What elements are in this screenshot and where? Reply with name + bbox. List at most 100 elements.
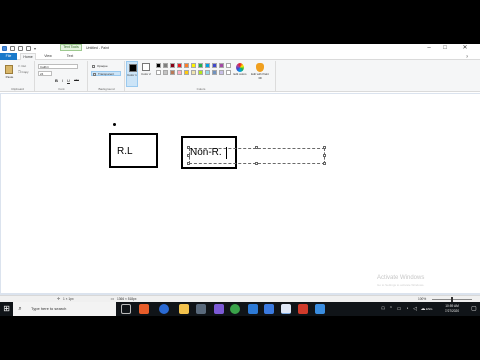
paste-button[interactable]: Paste [3,63,16,87]
help-icon[interactable]: ? [462,53,472,60]
tab-text[interactable]: Text [61,53,79,60]
clipboard-group: Paste ✂ Cut ❐ Copy Clipboard [1,61,35,91]
redo-icon[interactable] [26,46,31,51]
resize-handle-tr[interactable] [323,146,326,149]
window-title: Untitled - Paint [86,46,109,50]
opaque-option[interactable]: Opaque [91,64,121,69]
palette-swatch[interactable] [191,70,196,75]
edit-colors-button[interactable]: Edit colors [232,61,248,87]
close-button[interactable]: ✕ [458,44,472,53]
title-bar: ▾ Text Tools Untitled - Paint – □ ✕ [0,44,480,53]
paint-taskbar-icon[interactable] [281,304,291,314]
zoom-slider[interactable] [432,297,472,302]
resize-handle-br[interactable] [323,162,326,165]
resize-handle-bl[interactable] [187,162,190,165]
palette-swatch[interactable] [219,70,224,75]
paint3d-label: Edit with Paint 3D [251,72,269,80]
zoom-app-icon[interactable] [315,304,325,314]
transparent-label: Transparent [98,72,115,76]
palette-swatch[interactable] [170,63,175,68]
resize-handle-bm[interactable] [255,162,258,165]
palette-swatch[interactable] [177,63,182,68]
volume-icon[interactable]: ◁ [412,305,418,313]
clipboard-group-label: Clipboard [11,87,24,91]
search-icon: ⌕ [18,306,22,312]
drawing-canvas[interactable]: R.L Non-R. Activate Windows Go to Settin… [1,94,480,293]
font-group: Calibri 24 B I U abc Font [36,61,88,91]
input-language[interactable]: ENG [426,302,433,316]
battery-icon[interactable]: ▭ [396,305,402,313]
transparent-option[interactable]: Transparent [91,71,121,76]
palette-swatch[interactable] [219,63,224,68]
undo-icon[interactable] [18,46,23,51]
office-icon[interactable] [139,304,149,314]
paint-app-icon [2,46,7,51]
save-icon[interactable] [10,46,15,51]
text-caret [226,147,227,159]
edge-icon[interactable] [159,304,169,314]
minimize-button[interactable]: – [422,44,436,53]
people-icon[interactable]: ⚇ [380,305,386,313]
activate-windows-watermark: Activate Windows [377,275,425,281]
tab-home[interactable]: Home [20,53,36,60]
color1-button[interactable]: Color 1 [126,61,138,87]
box2-text[interactable]: Non-R. [190,147,222,159]
palette-swatch[interactable] [205,63,210,68]
palette-swatch[interactable] [156,70,161,75]
task-view-icon[interactable] [121,304,131,314]
resize-handle-tl[interactable] [187,146,190,149]
color2-swatch [142,63,150,71]
store-icon[interactable] [196,304,206,314]
network-icon[interactable]: ◔ [404,305,410,313]
palette-swatch[interactable] [184,63,189,68]
photos-icon[interactable] [264,304,274,314]
font-group-label: Font [58,87,65,91]
palette-swatch[interactable] [191,63,196,68]
underline-button[interactable]: U [66,78,71,83]
cut-label: Cut [21,64,27,68]
bold-button[interactable]: B [54,78,59,83]
italic-button[interactable]: I [60,78,65,83]
copy-button[interactable]: ❐ Copy [18,70,29,74]
resize-handle-ml[interactable] [187,154,190,157]
text-tools-context-tab: Text Tools [60,44,82,51]
palette-swatch[interactable] [177,70,182,75]
show-hidden-icons-icon[interactable]: ⌃ [388,305,394,313]
palette-swatch[interactable] [163,63,168,68]
acrobat-icon[interactable] [298,304,308,314]
resize-handle-tm[interactable] [255,146,258,149]
palette-swatch[interactable] [163,70,168,75]
customize-toolbar-icon[interactable]: ▾ [34,46,39,51]
tab-view[interactable]: View [40,53,56,60]
cut-button[interactable]: ✂ Cut [18,64,26,68]
strikethrough-button[interactable]: abc [72,78,81,83]
palette-swatch[interactable] [170,70,175,75]
opaque-checkbox [92,65,95,68]
palette-swatch-empty[interactable] [226,70,231,75]
onenote-icon[interactable] [214,304,224,314]
font-family-value: Calibri [40,65,49,69]
palette-swatch[interactable] [198,70,203,75]
tab-file[interactable]: File [0,53,17,60]
font-size-select[interactable]: 24 [38,71,52,76]
paint3d-button[interactable]: Edit with Paint 3D [250,61,270,87]
maximize-button[interactable]: □ [438,44,452,53]
color2-button[interactable]: Color 2 [140,61,152,87]
palette-swatch[interactable] [198,63,203,68]
start-button[interactable]: ⊞ [0,302,13,316]
font-size-value: 24 [40,72,44,76]
clock[interactable]: 10:59 AM 7/27/2020 [437,304,467,314]
font-family-select[interactable]: Calibri [38,64,78,69]
palette-swatch[interactable] [156,63,161,68]
word-icon[interactable] [248,304,258,314]
palette-swatch[interactable] [212,63,217,68]
palette-swatch-empty[interactable] [226,63,231,68]
palette-swatch[interactable] [184,70,189,75]
notifications-icon[interactable]: ▢ [470,305,478,313]
taskbar-search[interactable]: ⌕ Type here to search [13,302,116,316]
palette-swatch[interactable] [212,70,217,75]
chrome-icon[interactable] [230,304,240,314]
file-explorer-icon[interactable] [179,304,189,314]
resize-handle-mr[interactable] [323,154,326,157]
palette-swatch[interactable] [205,70,210,75]
